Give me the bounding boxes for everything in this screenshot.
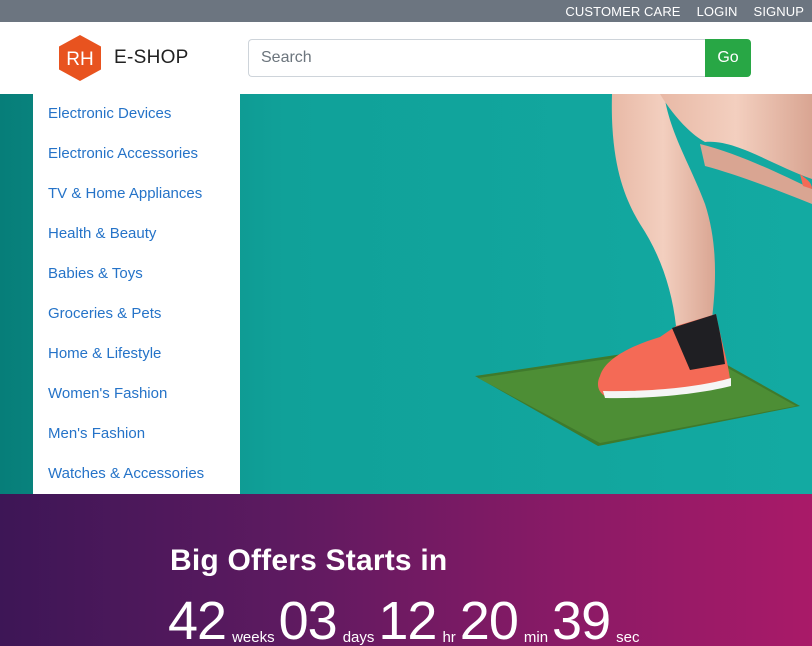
countdown-minutes-value: 20 [459,591,519,646]
brand-name: E-SHOP [114,47,189,68]
countdown-hours-value: 12 [378,591,437,646]
offers-title: Big Offers Starts in [170,544,448,577]
search-input[interactable] [248,39,706,77]
category-electronic-accessories[interactable]: Electronic Accessories [33,134,240,174]
category-womens-fashion[interactable]: Women's Fashion [33,374,240,414]
offers-banner: Big Offers Starts in 42 weeks 03 days 12… [0,494,812,646]
top-links: CUSTOMER CARE LOGIN SIGNUP [565,0,804,22]
countdown-seconds-value: 39 [552,591,611,646]
top-bar: CUSTOMER CARE LOGIN SIGNUP [0,0,812,22]
category-home-lifestyle[interactable]: Home & Lifestyle [33,334,240,374]
category-watches-accessories[interactable]: Watches & Accessories [33,454,240,494]
category-menu: Electronic Devices Electronic Accessorie… [33,94,240,494]
customer-care-link[interactable]: CUSTOMER CARE [565,4,680,19]
countdown-seconds-unit: sec [616,629,640,646]
category-tv-home-appliances[interactable]: TV & Home Appliances [33,174,240,214]
countdown-timer: 42 weeks 03 days 12 hr 20 min 39 sec [168,594,643,646]
logo[interactable]: RH E-SHOP [58,34,189,82]
countdown-days-value: 03 [278,591,338,646]
go-button[interactable]: Go [705,39,751,77]
signup-link[interactable]: SIGNUP [754,4,804,19]
countdown-days-unit: days [342,629,375,646]
header: RH E-SHOP Go [0,22,812,94]
category-mens-fashion[interactable]: Men's Fashion [33,414,240,454]
countdown-weeks-value: 42 [168,591,227,646]
countdown-minutes-unit: min [523,629,549,646]
category-health-beauty[interactable]: Health & Beauty [33,214,240,254]
category-electronic-devices[interactable]: Electronic Devices [33,94,240,134]
category-groceries-pets[interactable]: Groceries & Pets [33,294,240,334]
countdown-weeks-unit: weeks [232,629,275,646]
category-babies-toys[interactable]: Babies & Toys [33,254,240,294]
login-link[interactable]: LOGIN [697,4,738,19]
logo-text: RH [66,49,93,70]
logo-hexagon-icon: RH [59,35,101,81]
countdown-hours-unit: hr [442,629,456,646]
